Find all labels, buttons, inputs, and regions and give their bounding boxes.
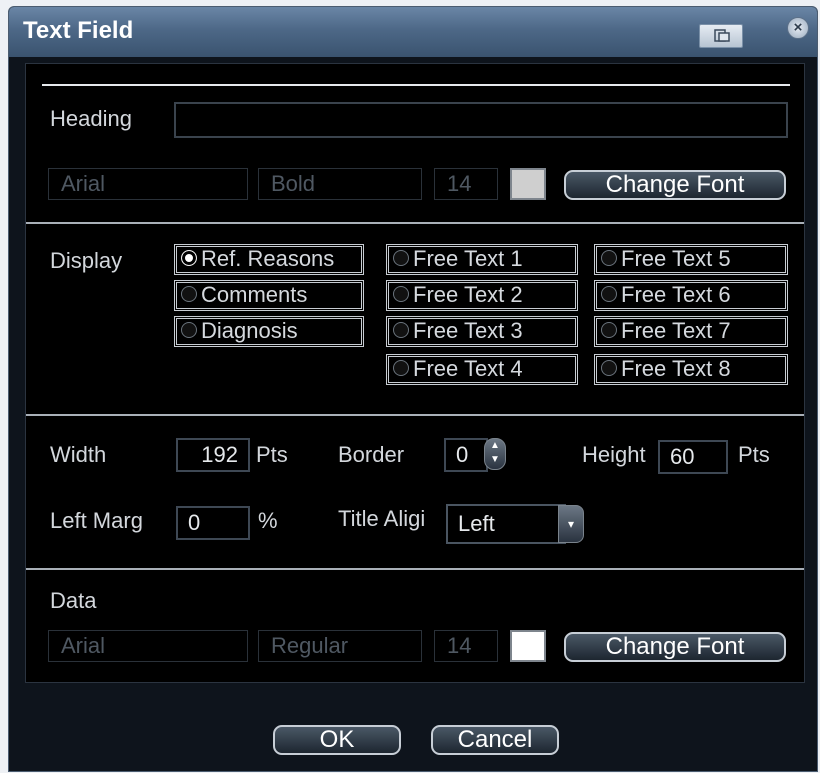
border-label: Border bbox=[338, 442, 405, 467]
heading-font-field[interactable]: Arial bbox=[48, 168, 248, 200]
divider-2 bbox=[26, 414, 804, 416]
heading-change-font-button[interactable]: Change Font bbox=[564, 170, 786, 200]
option-label: Ref. Reasons bbox=[201, 246, 335, 271]
border-input[interactable]: 0 bbox=[444, 438, 488, 472]
option-label: Free Text 1 bbox=[413, 246, 523, 271]
left-margin-unit: % bbox=[258, 508, 278, 533]
option-label: Free Text 8 bbox=[621, 356, 731, 381]
option-diagnosis[interactable]: Diagnosis bbox=[174, 316, 364, 347]
restore-button[interactable] bbox=[699, 24, 743, 48]
option-free-text-1[interactable]: Free Text 1 bbox=[386, 244, 578, 275]
radio-icon bbox=[393, 360, 409, 377]
spinner-icon[interactable]: ▲ ▼ bbox=[484, 438, 506, 470]
option-comments[interactable]: Comments bbox=[174, 280, 364, 311]
left-margin-input[interactable]: 0 bbox=[176, 506, 250, 540]
height-unit: Pts bbox=[738, 442, 770, 467]
option-free-text-5[interactable]: Free Text 5 bbox=[594, 244, 788, 275]
heading-size-field[interactable]: 14 bbox=[434, 168, 498, 200]
cancel-button[interactable]: Cancel bbox=[431, 725, 559, 755]
radio-icon bbox=[601, 322, 617, 339]
option-free-text-6[interactable]: Free Text 6 bbox=[594, 280, 788, 311]
divider-3 bbox=[26, 568, 804, 570]
data-label: Data bbox=[50, 588, 97, 613]
heading-input[interactable] bbox=[174, 102, 788, 138]
heading-style-field[interactable]: Bold bbox=[258, 168, 422, 200]
option-label: Free Text 6 bbox=[621, 282, 731, 307]
option-label: Free Text 5 bbox=[621, 246, 731, 271]
data-font-field[interactable]: Arial bbox=[48, 630, 248, 662]
radio-icon bbox=[393, 322, 409, 339]
height-input[interactable]: 60 bbox=[658, 440, 728, 474]
radio-icon bbox=[181, 250, 197, 267]
radio-icon bbox=[181, 322, 197, 339]
option-label: Free Text 2 bbox=[413, 282, 523, 307]
height-label: Height bbox=[582, 442, 646, 467]
title-bar: Text Field × bbox=[9, 7, 817, 57]
radio-icon bbox=[601, 250, 617, 267]
option-label: Diagnosis bbox=[201, 318, 298, 343]
data-style-field[interactable]: Regular bbox=[258, 630, 422, 662]
top-divider bbox=[42, 84, 790, 86]
dialog-footer: OK Cancel bbox=[9, 687, 817, 771]
heading-label: Heading bbox=[50, 106, 132, 131]
divider-1 bbox=[26, 222, 804, 224]
window-title: Text Field bbox=[23, 17, 134, 44]
option-free-text-4[interactable]: Free Text 4 bbox=[386, 354, 578, 385]
title-align-select[interactable]: Left bbox=[446, 504, 566, 544]
option-label: Comments bbox=[201, 282, 308, 307]
option-label: Free Text 3 bbox=[413, 318, 523, 343]
display-label: Display bbox=[50, 248, 123, 273]
option-label: Free Text 4 bbox=[413, 356, 523, 381]
left-margin-label: Left Marg bbox=[50, 508, 143, 533]
width-input[interactable]: 192 bbox=[176, 438, 250, 472]
text-field-dialog: Text Field × Heading Arial Bold 14 Chang… bbox=[8, 6, 818, 772]
ok-button[interactable]: OK bbox=[273, 725, 401, 755]
radio-icon bbox=[181, 286, 197, 303]
data-size-field[interactable]: 14 bbox=[434, 630, 498, 662]
option-label: Free Text 7 bbox=[621, 318, 731, 343]
data-change-font-button[interactable]: Change Font bbox=[564, 632, 786, 662]
radio-icon bbox=[601, 360, 617, 377]
radio-icon bbox=[393, 250, 409, 267]
option-free-text-3[interactable]: Free Text 3 bbox=[386, 316, 578, 347]
option-free-text-7[interactable]: Free Text 7 bbox=[594, 316, 788, 347]
data-color-swatch[interactable] bbox=[510, 630, 546, 662]
heading-color-swatch[interactable] bbox=[510, 168, 546, 200]
dialog-body: Heading Arial Bold 14 Change Font Displa… bbox=[25, 63, 805, 683]
restore-icon bbox=[714, 29, 730, 42]
chevron-down-icon[interactable]: ▾ bbox=[558, 505, 584, 543]
radio-icon bbox=[393, 286, 409, 303]
option-free-text-8[interactable]: Free Text 8 bbox=[594, 354, 788, 385]
option-free-text-2[interactable]: Free Text 2 bbox=[386, 280, 578, 311]
width-label: Width bbox=[50, 442, 107, 467]
option-ref-reasons[interactable]: Ref. Reasons bbox=[174, 244, 364, 275]
width-unit: Pts bbox=[256, 442, 288, 467]
title-align-label: Title Aligi bbox=[338, 506, 426, 531]
radio-icon bbox=[601, 286, 617, 303]
close-icon[interactable]: × bbox=[787, 17, 809, 39]
